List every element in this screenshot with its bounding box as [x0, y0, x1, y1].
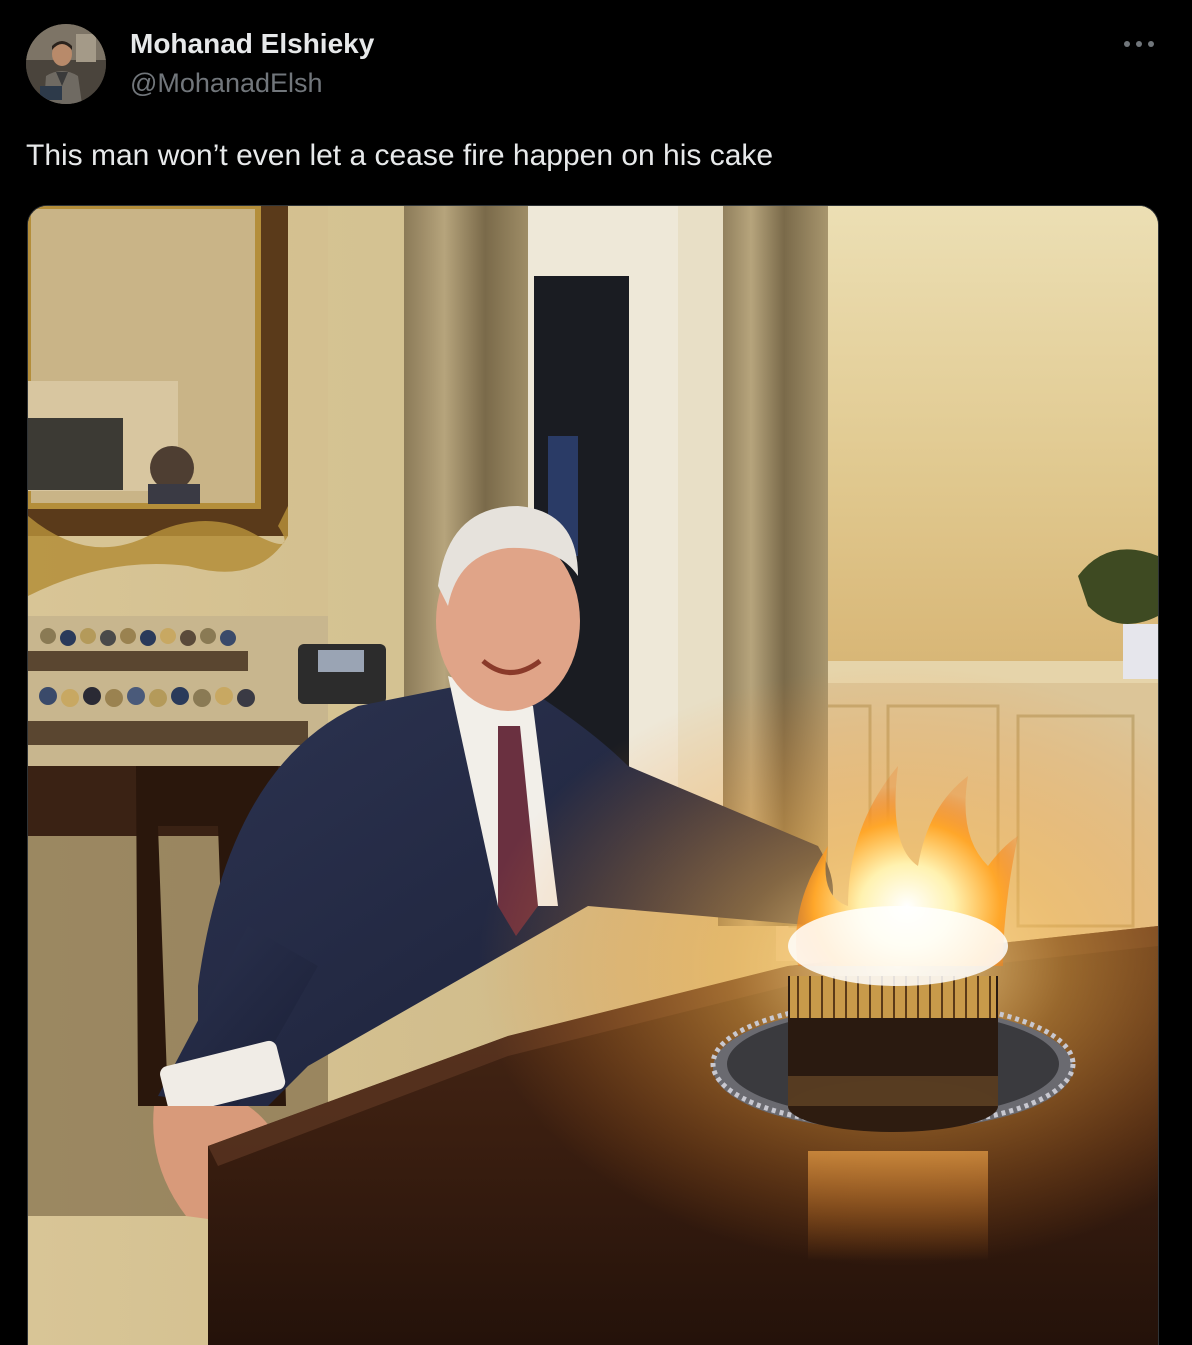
more-options-button[interactable] — [1118, 28, 1160, 60]
author-handle[interactable]: @MohanadElsh — [130, 68, 323, 99]
tweet-photo[interactable] — [27, 205, 1159, 1345]
ellipsis-icon — [1124, 41, 1154, 47]
cake — [788, 976, 998, 1132]
author-display-name[interactable]: Mohanad Elshieky — [130, 28, 374, 60]
avatar-image — [26, 24, 106, 104]
tweet: Mohanad Elshieky @MohanadElsh This man w… — [0, 0, 1192, 1345]
photo-birthday-cake — [28, 206, 1158, 1345]
author-avatar[interactable] — [26, 24, 106, 104]
tweet-text: This man won’t even let a cease fire hap… — [26, 139, 774, 172]
